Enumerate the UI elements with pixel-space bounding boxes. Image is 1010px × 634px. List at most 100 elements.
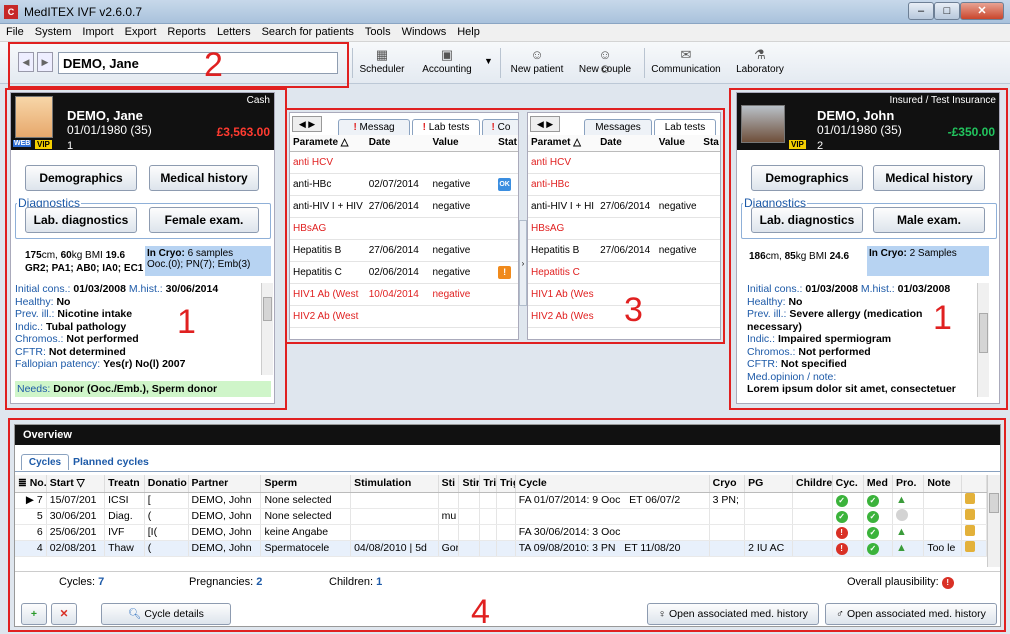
menu-tools[interactable]: Tools bbox=[359, 24, 396, 38]
female-lab-diagnostics-button[interactable]: Lab. diagnostics bbox=[25, 207, 137, 233]
female-demographics-button[interactable]: Demographics bbox=[25, 165, 137, 191]
female-patient-card[interactable]: WEB VIP 1 Cash DEMO, Jane 01/01/1980 (35… bbox=[11, 93, 274, 152]
add-icon: + bbox=[30, 608, 38, 620]
menu-reports[interactable]: Reports bbox=[161, 24, 211, 38]
close-button[interactable]: ✕ bbox=[960, 2, 1004, 20]
table-row[interactable]: 6 25/06/201 IVF [I(DEMO, John keine Angabe F… bbox=[15, 524, 988, 541]
lab-row[interactable]: HBsAG bbox=[290, 217, 518, 240]
male-summary-scrollbar[interactable] bbox=[977, 283, 989, 397]
male-cryo-box[interactable]: In Cryo: 2 Samples bbox=[867, 246, 989, 276]
col-date[interactable]: Date bbox=[365, 135, 430, 152]
col-parameter[interactable]: Paramet △ bbox=[528, 135, 598, 152]
lab-row[interactable]: HIV2 Ab (West bbox=[290, 305, 518, 328]
add-cycle-button[interactable]: + bbox=[21, 603, 47, 625]
accounting-button[interactable]: ▣ Accounting bbox=[416, 46, 478, 82]
tab-co-left[interactable]: ! Co bbox=[482, 119, 518, 135]
menu-import[interactable]: Import bbox=[76, 24, 118, 38]
delete-cycle-button[interactable]: ✕ bbox=[51, 603, 77, 625]
tab-planned-cycles[interactable]: Planned cycles bbox=[73, 456, 149, 468]
col-tri[interactable]: Tri bbox=[479, 475, 497, 493]
menu-export[interactable]: Export bbox=[119, 24, 162, 38]
lab-row[interactable]: Hepatitis C 02/06/2014 negative! bbox=[290, 261, 518, 284]
tab-cycles[interactable]: Cycles bbox=[21, 454, 69, 470]
menu-file[interactable]: File bbox=[0, 24, 29, 38]
cycles-scrollbar[interactable] bbox=[987, 475, 1000, 567]
open-female-history-button[interactable]: ♀ Open associated med. history bbox=[647, 603, 819, 625]
col-partner[interactable]: Partner bbox=[188, 475, 262, 493]
col-no[interactable]: ≣ No. bbox=[15, 475, 47, 493]
male-exam-button[interactable]: Male exam. bbox=[873, 207, 985, 233]
lab-row[interactable]: anti-HBc 02/07/2014 negative OK bbox=[290, 173, 518, 196]
col-donation[interactable]: Donatio bbox=[144, 475, 189, 493]
lab-row[interactable]: anti HCV bbox=[528, 151, 720, 174]
lab-row[interactable]: anti-HIV I + HI 27/06/2014 negative bbox=[528, 195, 720, 218]
col-children[interactable]: Childre bbox=[792, 475, 833, 493]
lab-row[interactable]: Hepatitis C bbox=[528, 261, 720, 284]
col-stimulation[interactable]: Stimulation bbox=[350, 475, 439, 493]
female-cryo-box[interactable]: In Cryo: 6 samples Ooc.(0); PN(7); Emb(3) bbox=[145, 246, 271, 276]
lab-row[interactable]: HBsAG bbox=[528, 217, 720, 240]
new-couple-button[interactable]: ☺☺ New couple bbox=[574, 46, 636, 82]
lock-icon[interactable] bbox=[964, 525, 975, 536]
col-note[interactable]: Note bbox=[923, 475, 962, 493]
col-value[interactable]: Value bbox=[655, 135, 701, 152]
lab-row[interactable]: anti-HIV I + HIV 27/06/2014 negative bbox=[290, 195, 518, 218]
lock-icon[interactable] bbox=[964, 493, 975, 504]
col-cycle[interactable]: Cycle bbox=[515, 475, 710, 493]
female-summary-scrollbar[interactable] bbox=[261, 283, 273, 375]
lab-row[interactable]: Hepatitis B 27/06/2014 negative bbox=[290, 239, 518, 262]
menu-windows[interactable]: Windows bbox=[396, 24, 452, 38]
col-pg[interactable]: PG bbox=[744, 475, 793, 493]
lock-icon[interactable] bbox=[964, 509, 975, 520]
table-row[interactable]: 4 02/08/201 Thaw(DEMO, John Spermatocele 04/… bbox=[15, 540, 988, 557]
laboratory-button[interactable]: ⚗ Laboratory bbox=[730, 46, 790, 82]
table-row[interactable]: 5 30/06/201 Diag.(DEMO, John None selected m… bbox=[15, 508, 988, 525]
col-sperm[interactable]: Sperm bbox=[260, 475, 352, 493]
table-row[interactable]: ▶ 7 15/07/201 ICSI[DEMO, John None selected… bbox=[15, 492, 988, 509]
col-status[interactable]: Stat bbox=[495, 135, 518, 152]
tab-messages-left[interactable]: ! Messag bbox=[338, 119, 410, 135]
col-date[interactable]: Date bbox=[597, 135, 656, 152]
male-lab-diagnostics-button[interactable]: Lab. diagnostics bbox=[751, 207, 863, 233]
lock-icon[interactable] bbox=[964, 541, 975, 552]
col-sti[interactable]: Sti bbox=[438, 475, 460, 493]
open-male-history-button[interactable]: ♂ Open associated med. history bbox=[825, 603, 997, 625]
male-patient-card[interactable]: VIP 2 Insured / Test Insurance DEMO, Joh… bbox=[737, 93, 999, 152]
col-stir[interactable]: Stir bbox=[458, 475, 481, 493]
cycle-details-button[interactable]: 🔍︎ Cycle details bbox=[101, 603, 231, 625]
lab-row[interactable]: anti-HBc bbox=[528, 173, 720, 196]
col-parameter[interactable]: Paramete △ bbox=[290, 135, 366, 152]
menu-help[interactable]: Help bbox=[451, 24, 485, 38]
tab-messages-right[interactable]: Messages bbox=[584, 119, 652, 135]
menu-system[interactable]: System bbox=[29, 24, 77, 38]
col-value[interactable]: Value bbox=[429, 135, 496, 152]
menu-letters[interactable]: Letters bbox=[211, 24, 256, 38]
col-pro[interactable]: Pro. bbox=[892, 475, 925, 493]
lab-right-nav-icon[interactable]: ◀ ▶ bbox=[530, 116, 560, 132]
new-patient-button[interactable]: ☺ New patient bbox=[506, 46, 568, 82]
female-medical-history-button[interactable]: Medical history bbox=[149, 165, 259, 191]
lab-row[interactable]: Hepatitis B 27/06/2014 negative bbox=[528, 239, 720, 262]
col-cyc[interactable]: Cyc. bbox=[832, 475, 864, 493]
minimize-button[interactable]: – bbox=[908, 2, 934, 20]
scheduler-button[interactable]: ▦ Scheduler bbox=[356, 46, 408, 82]
male-demographics-button[interactable]: Demographics bbox=[751, 165, 863, 191]
col-trig[interactable]: Trig bbox=[496, 475, 516, 493]
menu-search-patients[interactable]: Search for patients bbox=[256, 24, 359, 38]
tab-lab-tests-right[interactable]: Lab tests bbox=[654, 119, 716, 135]
col-med[interactable]: Med bbox=[863, 475, 894, 493]
female-exam-button[interactable]: Female exam. bbox=[149, 207, 259, 233]
col-treatment[interactable]: Treatn bbox=[104, 475, 145, 493]
col-cryo[interactable]: Cryo bbox=[709, 475, 746, 493]
lab-row[interactable]: HIV1 Ab (West 10/04/2014 negative bbox=[290, 283, 518, 306]
communication-button[interactable]: ✉ Communication bbox=[648, 46, 724, 82]
lab-row[interactable]: anti HCV bbox=[290, 151, 518, 174]
col-status[interactable]: Sta bbox=[700, 135, 720, 152]
col-start[interactable]: Start ▽ bbox=[46, 475, 106, 493]
accounting-dropdown-icon[interactable]: ▼ bbox=[484, 56, 493, 66]
lab-splitter[interactable]: › bbox=[519, 220, 527, 306]
maximize-button[interactable]: □ bbox=[934, 2, 960, 20]
lab-left-nav-icon[interactable]: ◀ ▶ bbox=[292, 116, 322, 132]
male-medical-history-button[interactable]: Medical history bbox=[873, 165, 985, 191]
tab-lab-tests-left[interactable]: ! Lab tests bbox=[412, 119, 480, 135]
